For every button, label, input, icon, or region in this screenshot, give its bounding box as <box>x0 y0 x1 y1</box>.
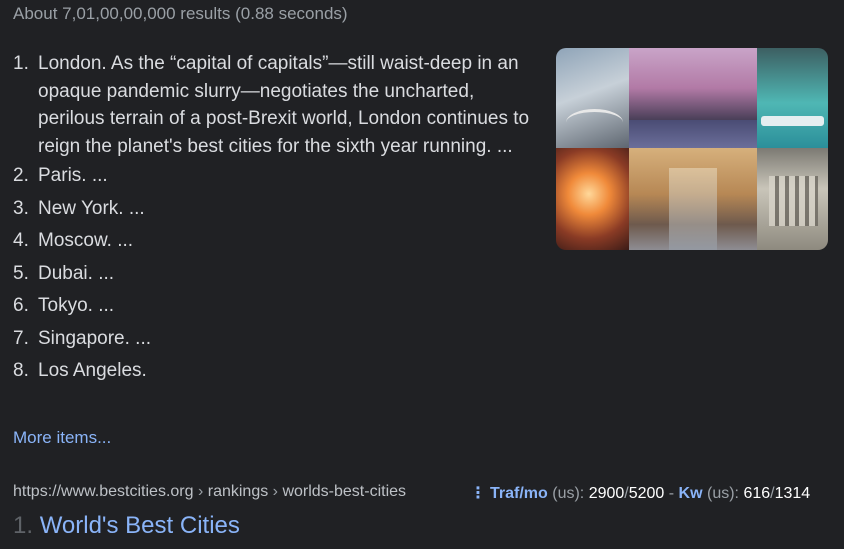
traffic-value-total: 5200 <box>628 485 665 502</box>
traffic-value: 2900 <box>588 485 625 502</box>
list-item-number: 2. <box>13 165 29 186</box>
list-item-text: Dubai. ... <box>38 262 115 284</box>
list-item-number: 1. <box>13 53 29 74</box>
list-item: 4. Moscow. ... <box>13 229 533 252</box>
traffic-label: Traf/mo <box>490 485 548 502</box>
list-item: 7. Singapore. ... <box>13 327 533 350</box>
list-item: 1. London. As the “capital of capitals”—… <box>13 50 533 160</box>
breadcrumb-rankings: rankings <box>207 483 269 500</box>
featured-snippet-list: 1. London. As the “capital of capitals”—… <box>13 50 533 392</box>
breadcrumb-separator: › <box>193 483 208 500</box>
list-item-text: Los Angeles. <box>38 360 147 381</box>
list-item-number: 6. <box>13 295 29 316</box>
old-street-image[interactable] <box>629 148 757 250</box>
keyword-value-total: 1314 <box>774 485 811 502</box>
cherry-blossom-image[interactable] <box>629 48 757 148</box>
list-item-text: Singapore. ... <box>38 327 152 349</box>
list-item-number: 3. <box>13 197 29 219</box>
seo-metrics: ⋮ Traf/mo (us): 2900/5200 - Kw (us): 616/… <box>470 483 810 503</box>
breadcrumb-separator: › <box>268 483 283 500</box>
result-url: https://www.bestcities.org <box>13 483 194 500</box>
list-item: 3. New York. ... <box>13 197 533 220</box>
list-item: 2. Paris. ... <box>13 164 533 187</box>
result-index: 1. <box>13 512 34 539</box>
result-meta-row: https://www.bestcities.org › rankings › … <box>13 483 833 503</box>
city-image-collage[interactable] <box>556 48 828 250</box>
metric-dash: - <box>664 485 679 502</box>
river-city-image[interactable] <box>757 48 828 148</box>
crowd-sunset-image[interactable] <box>556 148 629 250</box>
list-item-text: Paris. ... <box>38 165 108 186</box>
traffic-region: (us): <box>547 485 589 502</box>
list-item: 8. Los Angeles. <box>13 359 533 382</box>
search-result-heading: 1. World's Best Cities <box>13 512 240 540</box>
more-items-link[interactable]: More items... <box>13 428 111 448</box>
list-item: 5. Dubai. ... <box>13 262 533 285</box>
keyword-value: 616 <box>743 485 771 502</box>
result-stats: About 7,01,00,00,000 results (0.88 secon… <box>13 4 348 23</box>
list-item-number: 5. <box>13 262 29 284</box>
more-vert-icon[interactable]: ⋮ <box>470 485 486 502</box>
list-item-number: 7. <box>13 327 29 349</box>
breadcrumb-page: worlds-best-cities <box>282 483 407 500</box>
list-item-text: Moscow. ... <box>38 230 134 251</box>
result-breadcrumb[interactable]: https://www.bestcities.org › rankings › … <box>13 483 406 500</box>
list-item-number: 4. <box>13 230 29 251</box>
list-item-number: 8. <box>13 360 29 381</box>
bridge-image[interactable] <box>556 48 629 148</box>
result-title-link[interactable]: World's Best Cities <box>40 512 240 539</box>
list-item: 6. Tokyo. ... <box>13 294 533 317</box>
list-item-text: London. As the “capital of capitals”—sti… <box>38 53 530 157</box>
list-item-text: Tokyo. ... <box>38 295 115 316</box>
keyword-label: Kw <box>678 485 703 502</box>
historic-building-image[interactable] <box>757 148 828 250</box>
list-item-text: New York. ... <box>38 197 145 219</box>
keyword-region: (us): <box>702 485 744 502</box>
